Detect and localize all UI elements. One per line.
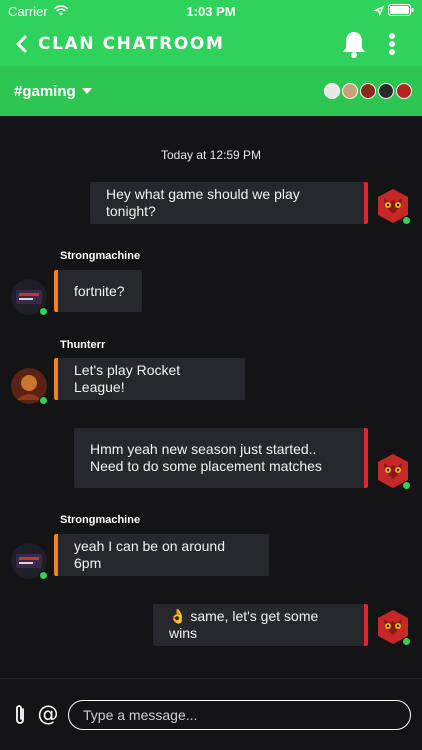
notifications-button[interactable] [338, 28, 370, 60]
more-vertical-icon [389, 33, 395, 55]
user-avatar[interactable] [11, 543, 48, 580]
member-avatar[interactable] [342, 83, 358, 99]
paperclip-icon [16, 705, 24, 724]
status-bar: Carrier 1:03 PM [0, 0, 422, 22]
message-bubble-outgoing[interactable]: Hmm yeah new season just started.. Need … [74, 428, 368, 488]
caret-down-icon[interactable] [81, 88, 92, 94]
sender-name: Thunterr [60, 339, 106, 351]
user-avatar[interactable] [376, 609, 411, 646]
online-indicator [39, 307, 48, 316]
online-indicator [39, 571, 48, 580]
message-bubble-outgoing[interactable]: 👌 same, let's get some wins [153, 604, 368, 646]
battery-icon [388, 3, 414, 19]
message-text: Let's play Rocket League! [74, 362, 181, 395]
message-text: fortnite? [74, 282, 125, 299]
user-avatar[interactable] [376, 188, 411, 225]
member-avatar[interactable] [324, 83, 340, 99]
member-avatar[interactable] [396, 83, 412, 99]
message-bubble-incoming[interactable]: Let's play Rocket League! [54, 358, 245, 400]
status-right [372, 3, 414, 19]
chat-timestamp: Today at 12:59 PM [160, 148, 262, 162]
user-avatar[interactable] [11, 279, 48, 316]
message-composer: @ [0, 678, 422, 750]
member-avatars[interactable] [324, 83, 412, 99]
message-bubble-outgoing[interactable]: Hey what game should we play tonight? [90, 182, 368, 224]
user-avatar[interactable] [11, 368, 48, 405]
bell-icon [343, 32, 365, 58]
message-text: 👌 same, let's get some wins [169, 608, 319, 641]
chevron-left-icon [16, 35, 27, 53]
message-text: Hey what game should we play tonight? [106, 186, 300, 219]
header: CLAN CHATROOM [0, 22, 422, 66]
location-icon [372, 4, 385, 19]
user-avatar[interactable] [376, 453, 411, 490]
sender-name: Strongmachine [60, 514, 141, 526]
chat-area[interactable]: Today at 12:59 PM Hey what game should w… [0, 116, 422, 678]
online-indicator [402, 481, 411, 490]
member-avatar[interactable] [360, 83, 376, 99]
page-title: CLAN CHATROOM [38, 34, 225, 54]
message-bubble-incoming[interactable]: fortnite? [54, 270, 142, 312]
member-avatar[interactable] [378, 83, 394, 99]
online-indicator [402, 216, 411, 225]
message-text: yeah I can be on around 6pm [74, 538, 226, 571]
channel-bar: #gaming [0, 66, 422, 116]
message-text: Hmm yeah new season just started.. Need … [90, 441, 322, 474]
online-indicator [39, 396, 48, 405]
more-options-button[interactable] [380, 28, 404, 60]
channel-selector[interactable]: #gaming [14, 83, 76, 100]
back-button[interactable] [6, 22, 36, 66]
attach-button[interactable] [10, 703, 30, 727]
sender-name: Strongmachine [60, 250, 141, 262]
message-input[interactable] [68, 700, 411, 730]
wifi-icon [53, 4, 68, 19]
status-left: Carrier [8, 4, 68, 19]
online-indicator [402, 637, 411, 646]
carrier-label: Carrier [8, 3, 48, 19]
message-bubble-incoming[interactable]: yeah I can be on around 6pm [54, 534, 269, 576]
mention-button[interactable]: @ [36, 701, 60, 727]
